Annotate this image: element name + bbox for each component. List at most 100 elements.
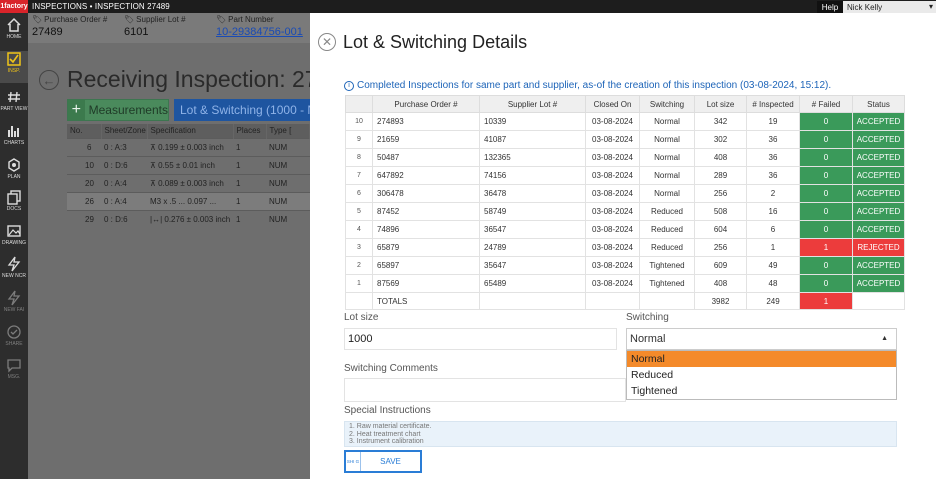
- caret-up-icon: ▲: [881, 335, 888, 342]
- cell: 6: [345, 184, 373, 203]
- column-header: Lot size: [694, 95, 747, 113]
- back-arrow-icon[interactable]: ←: [39, 70, 59, 90]
- table-row: 9 21659 41087 03-08-2024 Normal 302 36 0 ACCEPTE…: [345, 130, 905, 149]
- sidebar-item-plan[interactable]: PLAN: [0, 157, 28, 189]
- table-row[interactable]: 60 : A:3 ⊼ 0.199 ± 0.003 inch 1 NUM: [67, 137, 310, 156]
- chevron-down-icon: ▾: [928, 2, 933, 11]
- sidebar-item-part-view[interactable]: PART VIEW: [0, 89, 28, 121]
- switching-select[interactable]: Normal ▲: [626, 328, 897, 350]
- cell: 1: [233, 155, 266, 174]
- cell: 21659: [372, 130, 480, 149]
- part-number-link[interactable]: 10-29384756-001: [216, 26, 303, 38]
- cell: 36: [746, 148, 800, 167]
- table-row: 10 274893 10339 03-08-2024 Normal 342 19 0 ACCEP…: [345, 112, 905, 131]
- cell: ACCEPTED: [852, 256, 905, 275]
- table-row[interactable]: 10 0 : D:6 ⊼ 0.55 ± 0.01 inch 1 NUM: [67, 155, 310, 174]
- table-row[interactable]: 26 0 : A:4 M3 x .5 ... 0.097 ... 1 NUM: [67, 191, 310, 210]
- app-logo[interactable]: 1factory: [0, 0, 28, 13]
- measurements-label: Measurements: [88, 103, 168, 117]
- sidebar-item-drawing[interactable]: DRAWING: [0, 223, 28, 255]
- cell: M3 x .5 ... 0.097 ...: [147, 191, 233, 210]
- cell: 03-08-2024: [585, 148, 640, 167]
- cell: 9: [345, 130, 373, 149]
- plus-icon: +: [68, 100, 85, 120]
- table-row[interactable]: 29 0 : D:6 |↔| 0.276 ± 0.003 inch 1 NUM: [67, 209, 310, 228]
- table-row: 5 87452 58749 03-08-2024 Reduced 508 16 0 ACCEPT…: [345, 202, 905, 221]
- characteristics-table: No. Sheet/Zone Specification Places Type…: [67, 124, 310, 228]
- supplier-lot-value: 6101: [124, 26, 149, 38]
- cell: 10339: [479, 112, 586, 131]
- cell: 0: [799, 202, 853, 221]
- column-header: Sheet/Zone: [101, 124, 148, 138]
- sidebar: HOME INSP. PART VIEW CHARTS PLAN DOCS DR…: [0, 13, 28, 479]
- instruction-line: 1. Raw material certificate.: [349, 423, 432, 430]
- sidebar-item-home[interactable]: HOME: [0, 17, 28, 49]
- switching-selected-value: Normal: [630, 333, 666, 345]
- cell: ⊼ 0.089 ± 0.003 inch: [147, 173, 233, 192]
- tag-icon: 🏷: [216, 15, 227, 24]
- cell: [585, 292, 640, 310]
- cell: Normal: [639, 184, 695, 203]
- cell: 03-08-2024: [585, 256, 640, 275]
- sidebar-item-new-fai[interactable]: NEW FAI: [0, 290, 28, 322]
- close-icon[interactable]: ✕: [318, 33, 336, 51]
- user-menu[interactable]: Nick Kelly ▾: [843, 1, 936, 13]
- cell: 1: [345, 274, 373, 293]
- sidebar-item-msg[interactable]: MSG.: [0, 357, 28, 389]
- cell: ACCEPTED: [852, 166, 905, 185]
- measurements-button[interactable]: + Measurements: [67, 99, 169, 121]
- bar-chart-icon: [8, 126, 19, 137]
- part-number-info: 🏷 Part Number 10-29384756-001: [216, 15, 303, 38]
- purchase-order-value: 27489: [32, 26, 63, 38]
- cell: 306478: [372, 184, 480, 203]
- sidebar-item-label: PART VIEW: [0, 106, 28, 112]
- sidebar-item-label: PLAN: [7, 174, 21, 180]
- page-title: Receiving Inspection: 27: [67, 66, 310, 92]
- save-button[interactable]: SHI G SAVE: [344, 450, 422, 473]
- cell: 41087: [479, 130, 586, 149]
- cell: 249: [746, 292, 800, 310]
- switching-option-reduced[interactable]: Reduced: [627, 367, 896, 383]
- column-header: Supplier Lot #: [479, 95, 586, 113]
- sidebar-item-insp[interactable]: INSP.: [0, 51, 28, 83]
- cell: 16: [746, 202, 800, 221]
- table-row[interactable]: 20 0 : A:4 ⊼ 0.089 ± 0.003 inch 1 NUM: [67, 173, 310, 192]
- cell: 87569: [372, 274, 480, 293]
- info-note: i Completed Inspections for same part and…: [344, 80, 831, 91]
- supplier-lot-label: Supplier Lot #: [136, 15, 186, 24]
- cell: 6: [67, 137, 101, 156]
- switching-comments-input[interactable]: [344, 378, 626, 402]
- cell: 609: [694, 256, 747, 275]
- lot-switching-button[interactable]: Lot & Switching (1000 - N: [174, 99, 310, 121]
- help-button[interactable]: Help: [817, 1, 843, 13]
- cell: 35647: [479, 256, 586, 275]
- sidebar-item-share[interactable]: SHARE: [0, 324, 28, 356]
- info-icon: i: [344, 80, 354, 91]
- cell: Normal: [639, 166, 695, 185]
- table-row: 2 65897 35647 03-08-2024 Tightened 609 49 0 ACCE…: [345, 256, 905, 275]
- sidebar-item-charts[interactable]: CHARTS: [0, 123, 28, 155]
- sidebar-item-docs[interactable]: DOCS: [0, 189, 28, 221]
- sidebar-item-new-ncr[interactable]: NEW NCR: [0, 256, 28, 288]
- cell: NUM: [266, 191, 310, 210]
- cell: ACCEPTED: [852, 184, 905, 203]
- cell: ACCEPTED: [852, 274, 905, 293]
- cell: 1: [799, 238, 853, 257]
- switching-option-tightened[interactable]: Tightened: [627, 383, 896, 399]
- cell: ACCEPTED: [852, 202, 905, 221]
- cell: ACCEPTED: [852, 112, 905, 131]
- column-header: Places: [233, 124, 267, 138]
- switching-option-normal[interactable]: Normal: [627, 351, 896, 367]
- cell: 26: [67, 191, 101, 210]
- lot-size-input[interactable]: 1000: [344, 328, 617, 350]
- cell: 03-08-2024: [585, 130, 640, 149]
- cell: 256: [694, 238, 747, 257]
- table-row: 8 50487 132365 03-08-2024 Normal 408 36 0 ACCEPT…: [345, 148, 905, 167]
- sidebar-item-label: NEW NCR: [2, 273, 26, 279]
- cell: 3982: [694, 292, 747, 310]
- cell: 0: [799, 256, 853, 275]
- cell: 58749: [479, 202, 586, 221]
- breadcrumb: INSPECTIONS • INSPECTION 27489: [32, 2, 170, 11]
- cell: Normal: [639, 130, 695, 149]
- switching-dropdown-list: Normal Reduced Tightened: [626, 350, 897, 400]
